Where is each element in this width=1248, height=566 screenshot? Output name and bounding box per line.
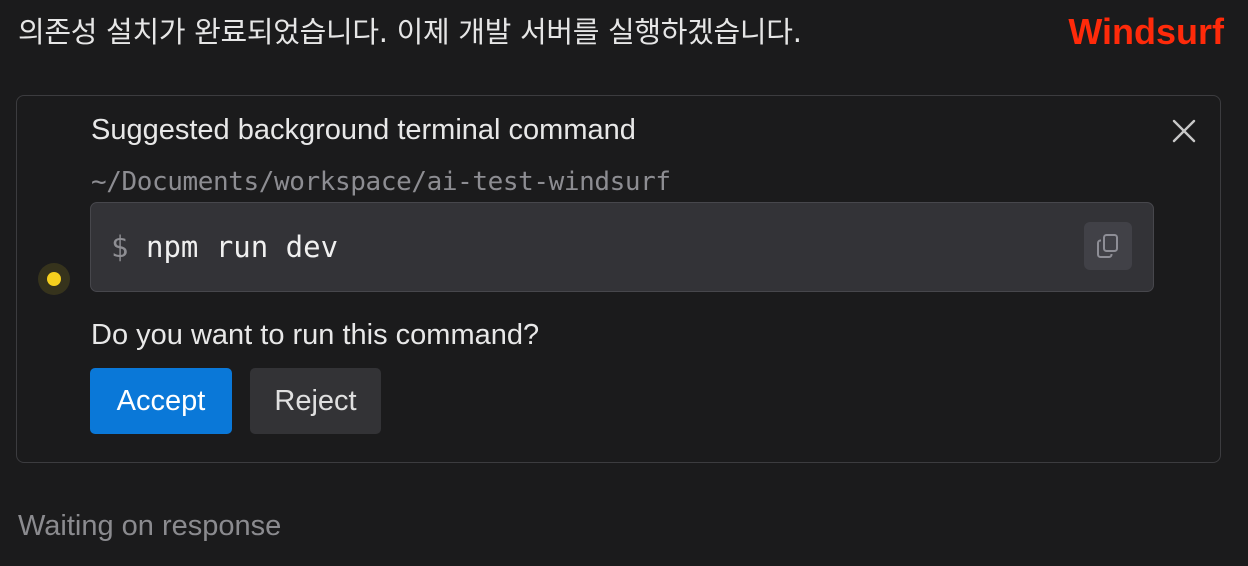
assistant-message: 의존성 설치가 완료되었습니다. 이제 개발 서버를 실행하겠습니다. xyxy=(18,15,802,49)
pending-status-icon xyxy=(38,263,70,295)
command-suggestion-card: Suggested background terminal command ~/… xyxy=(16,95,1221,463)
prompt-symbol: $ xyxy=(111,230,129,264)
card-title: Suggested background terminal command xyxy=(91,114,636,146)
brand-label: Windsurf xyxy=(1068,11,1224,52)
copy-icon xyxy=(1097,234,1118,258)
command-text: npm run dev xyxy=(146,230,339,264)
command-box: $ npm run dev xyxy=(90,202,1154,292)
close-button[interactable] xyxy=(1167,114,1201,148)
waiting-status: Waiting on response xyxy=(18,510,282,542)
close-icon xyxy=(1172,119,1196,143)
copy-button[interactable] xyxy=(1084,222,1132,270)
working-directory: ~/Documents/workspace/ai-test-windsurf xyxy=(91,167,671,197)
confirm-question: Do you want to run this command? xyxy=(91,319,540,351)
accept-button[interactable]: Accept xyxy=(90,368,232,434)
reject-button[interactable]: Reject xyxy=(250,368,381,434)
